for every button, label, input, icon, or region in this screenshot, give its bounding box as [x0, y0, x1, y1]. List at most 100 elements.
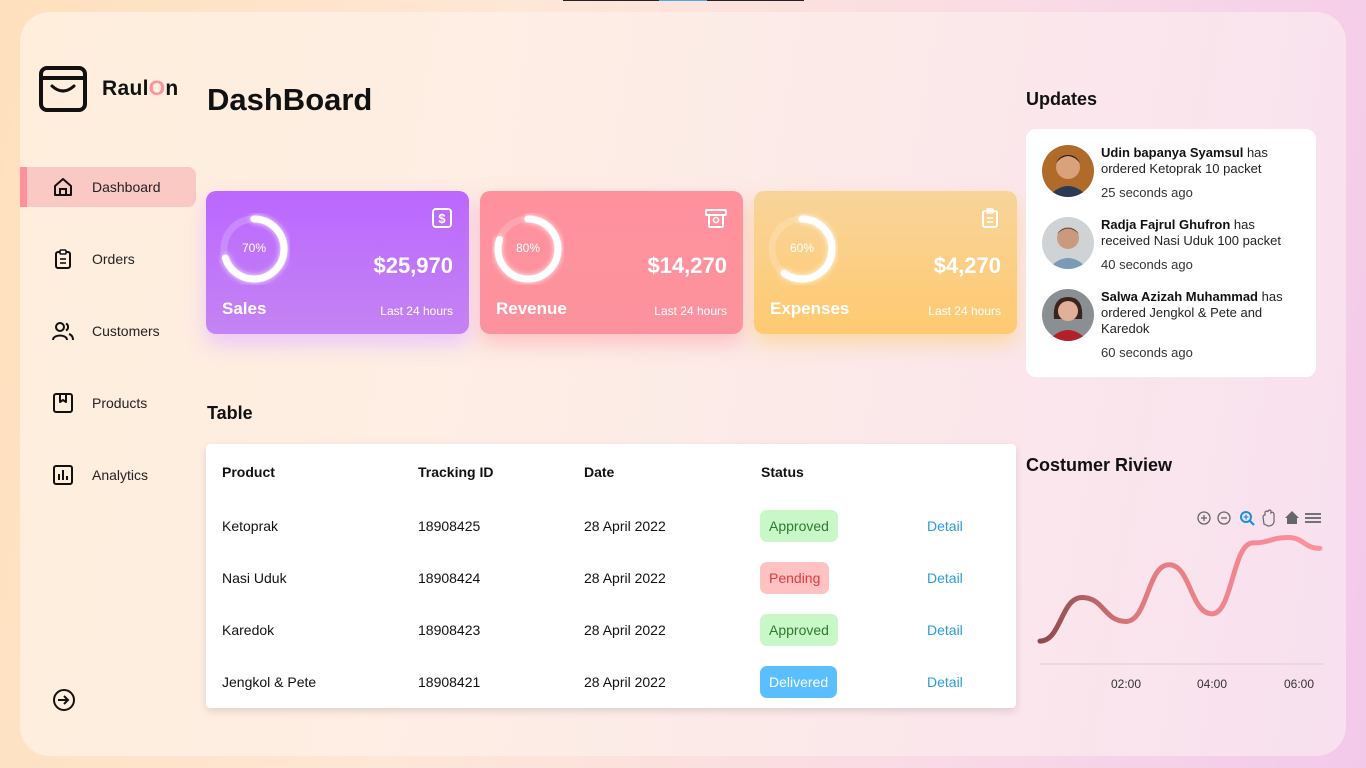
table-cell-date: 28 April 2022: [584, 570, 666, 586]
bar-chart-icon: [52, 464, 74, 486]
update-name: Udin bapanya Syamsul: [1101, 145, 1244, 160]
sidebar-item-label: Products: [92, 395, 148, 411]
brand-name-start: Raul: [102, 77, 149, 100]
table-cell-product: Jengkol & Pete: [222, 674, 317, 690]
status-badge: Approved: [760, 510, 838, 542]
table-cell-date: 28 April 2022: [584, 674, 666, 690]
expenses-period: Last 24 hours: [928, 304, 1001, 318]
status-badge: Approved: [760, 614, 838, 646]
sidebar-item-label: Dashboard: [92, 179, 161, 195]
x-tick-label: 02:00: [1111, 677, 1141, 691]
cash-register-icon: [705, 209, 727, 228]
update-time: 60 seconds ago: [1101, 345, 1193, 360]
sidebar-item-analytics[interactable]: Analytics: [20, 455, 196, 495]
x-tick-labels: 02:00 04:00 06:00: [1111, 677, 1314, 691]
updates-title: Updates: [1026, 89, 1098, 109]
status-badge: Pending: [760, 562, 830, 594]
update-time: 40 seconds ago: [1101, 257, 1193, 272]
column-header-product: Product: [222, 464, 275, 480]
revenue-percent: 80%: [515, 241, 541, 255]
update-name: Salwa Azizah Muhammad: [1101, 289, 1258, 304]
column-header-tracking-id: Tracking ID: [418, 464, 494, 480]
sales-period: Last 24 hours: [380, 304, 453, 318]
sign-out-icon[interactable]: [52, 688, 76, 712]
update-text: Salwa Azizah Muhammad has ordered Jengko…: [1101, 289, 1302, 361]
x-tick-label: 04:00: [1197, 677, 1227, 691]
shopping-bag-icon: [39, 66, 87, 112]
zoom-in-icon[interactable]: [1197, 511, 1211, 525]
detail-link[interactable]: Detail: [927, 518, 963, 534]
update-time: 25 seconds ago: [1101, 185, 1193, 200]
revenue-amount: $14,270: [647, 253, 727, 278]
revenue-title: Revenue: [496, 299, 567, 318]
column-header-status: Status: [761, 464, 804, 480]
update-text: Udin bapanya Syamsul has ordered Ketopra…: [1101, 145, 1302, 201]
dollar-box-icon: $: [432, 208, 452, 228]
orders-table: Product Tracking ID Date Status Ketoprak…: [206, 444, 1016, 708]
table-cell-tracking-id: 18908424: [418, 570, 481, 586]
x-tick-label: 06:00: [1284, 677, 1314, 691]
sidebar-item-label: Customers: [92, 323, 160, 339]
table-cell-date: 28 April 2022: [584, 518, 666, 534]
table-cell-tracking-id: 18908425: [418, 518, 481, 534]
sidebar-item-dashboard[interactable]: Dashboard: [20, 167, 196, 207]
review-title: Costumer Riview: [1026, 455, 1173, 475]
customer-review-chart: 02:00 04:00 06:00: [1037, 509, 1324, 691]
sidebar-item-customers[interactable]: Customers: [20, 311, 196, 351]
brand-logo[interactable]: RaulOn: [38, 64, 179, 114]
pan-hand-icon[interactable]: [1262, 509, 1275, 527]
table-cell-product: Ketoprak: [222, 518, 279, 534]
avatar: [1042, 289, 1094, 341]
detail-link[interactable]: Detail: [927, 622, 963, 638]
sidebar-item-orders[interactable]: Orders: [20, 239, 196, 279]
expenses-amount: $4,270: [933, 253, 1001, 278]
sidebar-item-label: Analytics: [92, 467, 149, 483]
home-icon: [52, 176, 74, 198]
zoom-selection-icon[interactable]: [1240, 511, 1255, 526]
table-cell-tracking-id: 18908421: [418, 674, 481, 690]
page-title: DashBoard: [207, 82, 373, 117]
sales-card[interactable]: 70% Sales $25,970 Last 24 hours $: [206, 191, 469, 334]
brand-name: RaulOn: [102, 77, 179, 101]
svg-text:$: $: [438, 211, 446, 226]
update-name: Radja Fajrul Ghufron: [1101, 217, 1231, 232]
avatar: [1042, 217, 1094, 269]
review-line-series: [1037, 534, 1323, 644]
sales-amount: $25,970: [373, 253, 453, 278]
brand-name-accent: O: [148, 77, 166, 100]
users-icon: [52, 320, 74, 342]
sales-title: Sales: [222, 299, 267, 318]
update-item: Radja Fajrul Ghufron has received Nasi U…: [1042, 217, 1302, 273]
topbar-accent: [659, 0, 707, 1]
expenses-card[interactable]: 60% Expenses $4,270 Last 24 hours: [754, 191, 1017, 334]
sidebar-menu: Dashboard Orders Customers Products Anal…: [20, 167, 196, 527]
clipboard-icon: [52, 248, 74, 270]
table-cell-product: Nasi Uduk: [222, 570, 287, 586]
table-title: Table: [207, 403, 253, 423]
status-badge: Delivered: [760, 666, 838, 698]
clipboard-icon: [982, 208, 998, 228]
column-header-date: Date: [584, 464, 615, 480]
avatar: [1042, 145, 1094, 197]
sidebar-item-label: Orders: [92, 251, 135, 267]
sidebar-item-products[interactable]: Products: [20, 383, 196, 423]
revenue-card[interactable]: 80% Revenue $14,270 Last 24 hours: [480, 191, 743, 334]
update-text: Radja Fajrul Ghufron has received Nasi U…: [1101, 217, 1302, 273]
table-cell-product: Karedok: [222, 622, 275, 638]
updates-panel: Udin bapanya Syamsul has ordered Ketopra…: [1026, 129, 1316, 377]
reset-home-icon[interactable]: [1285, 511, 1299, 524]
update-item: Udin bapanya Syamsul has ordered Ketopra…: [1042, 145, 1302, 201]
table-cell-tracking-id: 18908423: [418, 622, 481, 638]
table-cell-date: 28 April 2022: [584, 622, 666, 638]
detail-link[interactable]: Detail: [927, 570, 963, 586]
expenses-percent: 60%: [789, 241, 815, 255]
sales-percent: 70%: [241, 241, 267, 255]
app-container: RaulOn Dashboard Orders Customers Produc…: [20, 12, 1346, 756]
zoom-out-icon[interactable]: [1217, 511, 1231, 525]
menu-icon[interactable]: [1305, 513, 1321, 523]
summary-cards: 70% Sales $25,970 Last 24 hours $ 80% Re…: [206, 191, 1017, 334]
detail-link[interactable]: Detail: [927, 674, 963, 690]
package-icon: [52, 392, 74, 414]
expenses-title: Expenses: [770, 299, 850, 318]
brand-name-end: n: [165, 77, 179, 100]
